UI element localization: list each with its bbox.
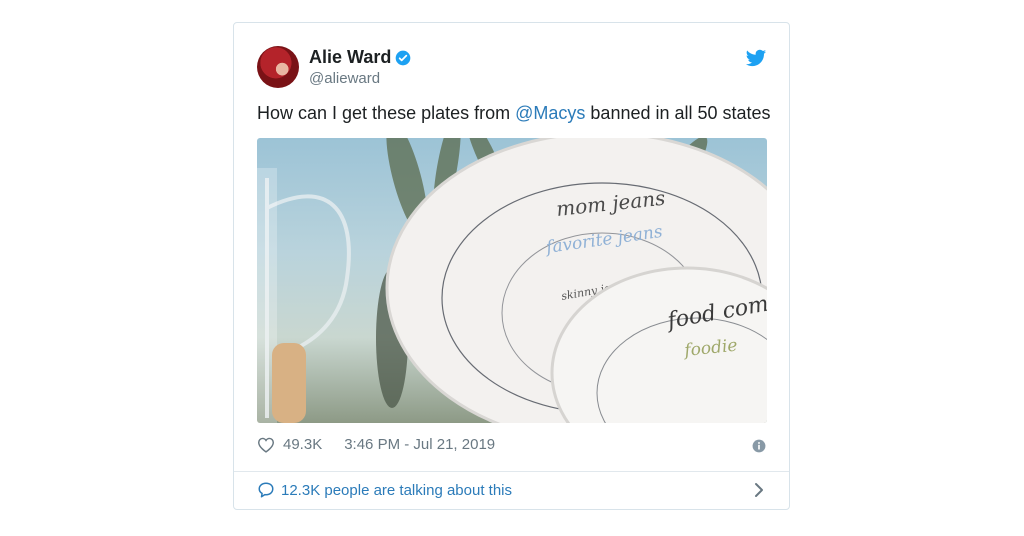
heart-icon[interactable] <box>257 437 275 453</box>
divider <box>234 471 789 472</box>
talking-count[interactable]: 12.3K people are talking about this <box>281 482 512 499</box>
tweet-photo[interactable]: mom jeans favorite jeans skinny jeans fo… <box>257 138 767 423</box>
author-name-row[interactable]: Alie Ward <box>309 47 411 68</box>
speech-bubble-icon <box>258 482 274 498</box>
tweet-text-after: banned in all 50 states <box>585 103 771 123</box>
verified-badge-icon <box>396 50 411 65</box>
like-count[interactable]: 49.3K <box>283 436 322 453</box>
chevron-right-icon[interactable] <box>752 482 766 498</box>
tweet-card: Alie Ward @alieward How can I get these … <box>233 22 790 510</box>
mention-link[interactable]: @Macys <box>515 103 585 123</box>
plates-illustration: mom jeans favorite jeans skinny jeans fo… <box>257 138 767 423</box>
avatar[interactable] <box>257 46 299 88</box>
tweet-text: How can I get these plates from @Macys b… <box>257 103 771 124</box>
timestamp[interactable]: 3:46 PM - Jul 21, 2019 <box>344 436 495 453</box>
author-name[interactable]: Alie Ward <box>309 47 391 68</box>
twitter-bird-icon[interactable] <box>745 47 767 69</box>
tweet-meta: 49.3K 3:46 PM - Jul 21, 2019 <box>257 436 495 453</box>
tweet-text-before: How can I get these plates from <box>257 103 516 123</box>
info-icon[interactable] <box>752 439 766 453</box>
author-handle[interactable]: @alieward <box>309 70 380 87</box>
conversation-link[interactable]: 12.3K people are talking about this <box>257 481 512 499</box>
